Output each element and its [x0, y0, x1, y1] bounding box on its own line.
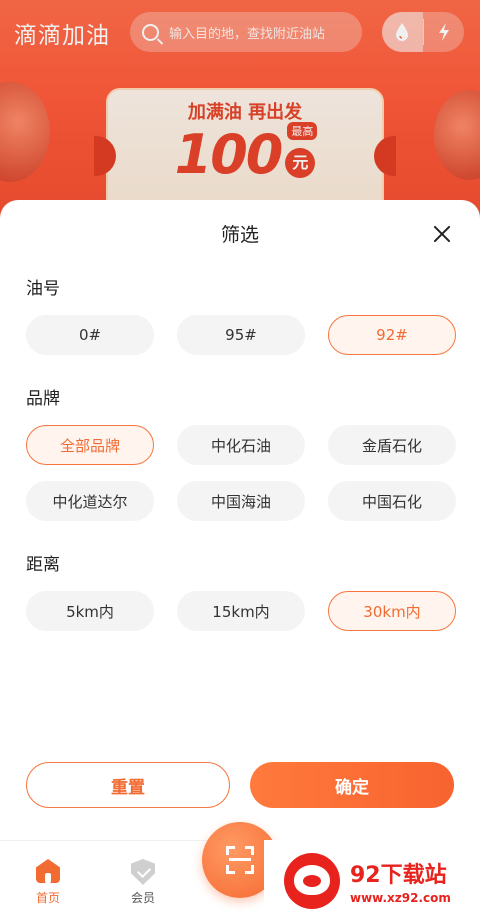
watermark-title: 92下载站 — [350, 862, 447, 888]
lantern-decoration — [434, 90, 480, 180]
ribbon-decoration — [94, 136, 116, 176]
oil-number-title: 油号 — [26, 279, 60, 299]
banner-amount-unit: 元 — [285, 148, 316, 178]
confirm-button[interactable]: 确定 — [250, 762, 454, 808]
distance-option-5km[interactable]: 5km内 — [26, 591, 154, 631]
oil-option-0[interactable]: 0# — [26, 315, 154, 355]
tab-member[interactable]: 会员 — [113, 859, 173, 906]
search-icon — [142, 23, 159, 41]
distance-option-15km[interactable]: 15km内 — [177, 591, 305, 631]
home-icon — [34, 859, 62, 885]
distance-option-30km[interactable]: 30km内 — [328, 591, 456, 631]
tab-member-label: 会员 — [130, 891, 155, 905]
brand-option-cnooc[interactable]: 中国海油 — [177, 481, 305, 521]
brand-option-sinochem[interactable]: 中化石油 — [177, 425, 305, 465]
banner-amount: 100 最高 元 — [174, 122, 318, 186]
tab-home[interactable]: 首页 — [18, 859, 78, 906]
member-icon — [131, 859, 155, 885]
fuel-type-toggle[interactable] — [382, 12, 464, 52]
search-placeholder: 输入目的地，查找附近油站 — [169, 26, 326, 42]
brand-option-sinochem-total[interactable]: 中化道达尔 — [26, 481, 154, 521]
banner-title: 加满油 再出发 — [187, 102, 303, 123]
fuel-toggle-oil[interactable] — [382, 12, 423, 52]
lightning-icon — [438, 23, 449, 41]
watermark-logo-icon — [284, 852, 340, 909]
water-drop-icon — [396, 23, 409, 41]
banner-max-tag: 最高 — [287, 122, 318, 140]
oil-number-section: 油号 0# 95# 92# — [26, 274, 456, 355]
search-bar[interactable]: 输入目的地，查找附近油站 — [130, 12, 362, 52]
tab-home-label: 首页 — [35, 891, 60, 905]
watermark-url: www.xz92.com — [350, 890, 451, 905]
toggle-divider — [422, 19, 424, 45]
oil-option-95[interactable]: 95# — [177, 315, 305, 355]
close-icon[interactable] — [430, 222, 454, 246]
banner-amount-number: 100 — [174, 123, 284, 186]
brand-section: 品牌 全部品牌 中化石油 金盾石化 中化道达尔 中国海油 中国石化 — [26, 384, 456, 521]
brand-option-jindun[interactable]: 金盾石化 — [328, 425, 456, 465]
app-name: 滴滴加油 — [14, 23, 110, 49]
oil-option-92[interactable]: 92# — [328, 315, 456, 355]
brand-title: 品牌 — [26, 389, 60, 409]
scan-icon — [226, 846, 254, 874]
distance-section: 距离 5km内 15km内 30km内 — [26, 550, 456, 631]
brand-option-sinopec[interactable]: 中国石化 — [328, 481, 456, 521]
ribbon-decoration — [374, 136, 396, 176]
fuel-toggle-electric[interactable] — [424, 12, 465, 52]
watermark: 92下载站 www.xz92.com — [264, 840, 480, 921]
lantern-decoration — [0, 82, 50, 182]
filter-title: 筛选 — [220, 224, 259, 246]
distance-title: 距离 — [26, 555, 60, 575]
filter-sheet: 筛选 油号 0# 95# 92# 品牌 全部品牌 中化石油 金盾石化 中化道达尔… — [0, 200, 480, 840]
brand-option-all[interactable]: 全部品牌 — [26, 425, 154, 465]
reset-button[interactable]: 重置 — [26, 762, 230, 808]
